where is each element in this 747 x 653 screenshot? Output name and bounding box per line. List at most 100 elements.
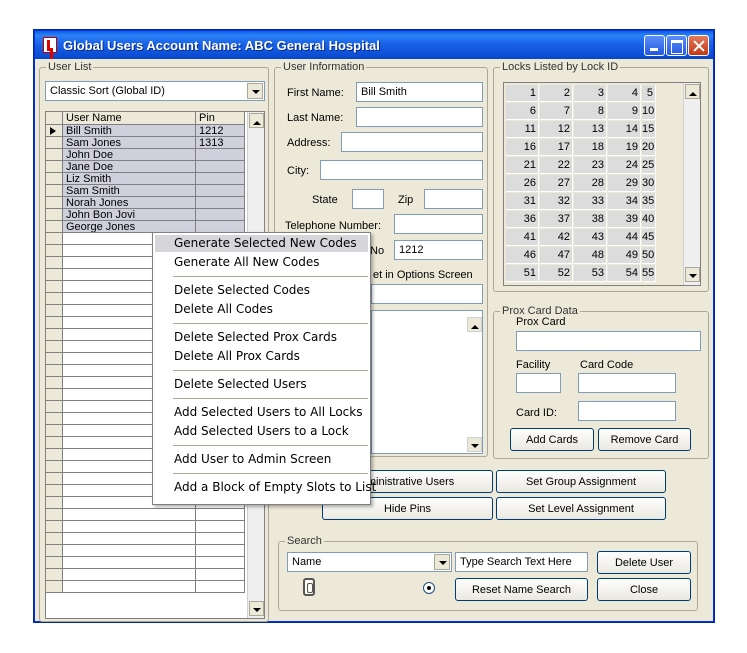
state-field[interactable] [352, 189, 384, 209]
title-bar[interactable]: Global Users Account Name: ABC General H… [35, 31, 713, 59]
lock-cell[interactable]: 26 [506, 175, 539, 192]
sort-select[interactable]: Classic Sort (Global ID) [45, 81, 265, 101]
reset-name-search-button[interactable]: Reset Name Search [455, 578, 588, 601]
row-selector[interactable] [46, 437, 63, 449]
lock-cell[interactable]: 5 [642, 85, 656, 102]
table-row-name[interactable]: John Bon Jovi [63, 209, 196, 221]
row-selector[interactable] [46, 257, 63, 269]
address-field[interactable] [341, 132, 483, 152]
lock-cell[interactable]: 47 [540, 247, 573, 264]
row-selector[interactable] [46, 389, 63, 401]
table-row-name[interactable]: John Doe [63, 149, 196, 161]
facility-field[interactable] [516, 373, 561, 393]
lock-cell[interactable]: 3 [574, 85, 607, 102]
column-header-user-name[interactable]: User Name [63, 112, 196, 125]
lock-cell[interactable]: 8 [574, 103, 607, 120]
lock-cell[interactable]: 42 [540, 229, 573, 246]
first-name-field[interactable]: Bill Smith [356, 82, 483, 102]
row-selector[interactable] [46, 521, 63, 533]
lock-cell[interactable]: 30 [642, 175, 656, 192]
add-cards-button[interactable]: Add Cards [510, 428, 594, 451]
lock-cell[interactable]: 20 [642, 139, 656, 156]
row-selector[interactable] [46, 413, 63, 425]
row-selector[interactable] [46, 197, 63, 209]
table-row-name[interactable]: Sam Jones [63, 137, 196, 149]
row-selector[interactable] [46, 137, 63, 149]
table-row-name[interactable]: Bill Smith [63, 125, 196, 137]
scroll-up-button[interactable] [685, 84, 700, 99]
row-selector[interactable] [46, 125, 63, 137]
pin-field[interactable]: 1212 [394, 240, 483, 260]
row-selector[interactable] [46, 377, 63, 389]
menu-item-3[interactable]: Delete All Codes [155, 301, 368, 318]
lock-cell[interactable]: 22 [540, 157, 573, 174]
lock-cell[interactable]: 4 [608, 85, 641, 102]
lock-cell[interactable]: 32 [540, 193, 573, 210]
table-row-pin[interactable]: 1313 [196, 137, 245, 149]
city-field[interactable] [320, 160, 483, 180]
row-selector[interactable] [46, 557, 63, 569]
table-row-name[interactable]: Liz Smith [63, 173, 196, 185]
lock-cell[interactable]: 17 [540, 139, 573, 156]
table-row-pin[interactable] [196, 557, 245, 569]
lock-cell[interactable]: 52 [540, 265, 573, 282]
menu-item-1[interactable]: Generate All New Codes [155, 254, 368, 271]
row-selector[interactable] [46, 149, 63, 161]
table-row-name[interactable] [63, 533, 196, 545]
row-selector[interactable] [46, 401, 63, 413]
scroll-up-button[interactable] [249, 113, 264, 128]
lock-cell[interactable]: 23 [574, 157, 607, 174]
row-selector[interactable] [46, 221, 63, 233]
table-row-name[interactable] [63, 521, 196, 533]
chevron-down-icon[interactable] [434, 554, 450, 570]
table-row-pin[interactable] [196, 545, 245, 557]
menu-item-0[interactable]: Generate Selected New Codes [155, 235, 368, 252]
scroll-down-button[interactable] [467, 437, 482, 452]
zip-field[interactable] [424, 189, 483, 209]
row-selector[interactable] [46, 485, 63, 497]
menu-item-2[interactable]: Delete Selected Codes [155, 282, 368, 299]
lock-cell[interactable]: 37 [540, 211, 573, 228]
table-row-name[interactable] [63, 569, 196, 581]
row-selector[interactable] [46, 461, 63, 473]
lock-cell[interactable]: 40 [642, 211, 656, 228]
lock-cell[interactable]: 38 [574, 211, 607, 228]
table-row-pin[interactable] [196, 581, 245, 593]
lock-cell[interactable]: 35 [642, 193, 656, 210]
lock-cell[interactable]: 7 [540, 103, 573, 120]
table-row-pin[interactable] [196, 569, 245, 581]
table-row-pin[interactable] [196, 197, 245, 209]
search-option-radio[interactable] [423, 582, 435, 594]
search-input[interactable]: Type Search Text Here [455, 552, 588, 572]
scroll-down-button[interactable] [249, 601, 264, 616]
table-row-pin[interactable] [196, 521, 245, 533]
comments-textarea[interactable] [371, 310, 483, 454]
lock-cell[interactable]: 18 [574, 139, 607, 156]
menu-item-4[interactable]: Delete Selected Prox Cards [155, 329, 368, 346]
lock-cell[interactable]: 41 [506, 229, 539, 246]
lock-cell[interactable]: 21 [506, 157, 539, 174]
scroll-up-button[interactable] [467, 317, 482, 332]
lock-cell[interactable]: 29 [608, 175, 641, 192]
table-row-name[interactable]: Norah Jones [63, 197, 196, 209]
column-header-pin[interactable]: Pin [196, 112, 245, 125]
lock-cell[interactable]: 46 [506, 247, 539, 264]
lock-cell[interactable]: 27 [540, 175, 573, 192]
lock-cell[interactable]: 28 [574, 175, 607, 192]
menu-item-8[interactable]: Add Selected Users to a Lock [155, 423, 368, 440]
card-code-field[interactable] [578, 373, 676, 393]
menu-item-7[interactable]: Add Selected Users to All Locks [155, 404, 368, 421]
lock-cell[interactable]: 49 [608, 247, 641, 264]
set-group-assignment-button[interactable]: Set Group Assignment [496, 470, 666, 493]
lock-cell[interactable]: 55 [642, 265, 656, 282]
maximize-button[interactable] [666, 35, 687, 56]
lock-cell[interactable]: 25 [642, 157, 656, 174]
set-level-assignment-button[interactable]: Set Level Assignment [496, 497, 666, 520]
table-row-pin[interactable] [196, 509, 245, 521]
row-selector[interactable] [46, 569, 63, 581]
table-row-name[interactable] [63, 557, 196, 569]
telephone-field[interactable] [394, 214, 483, 234]
close-window-button[interactable] [688, 35, 709, 56]
lock-cell[interactable]: 54 [608, 265, 641, 282]
row-selector[interactable] [46, 353, 63, 365]
